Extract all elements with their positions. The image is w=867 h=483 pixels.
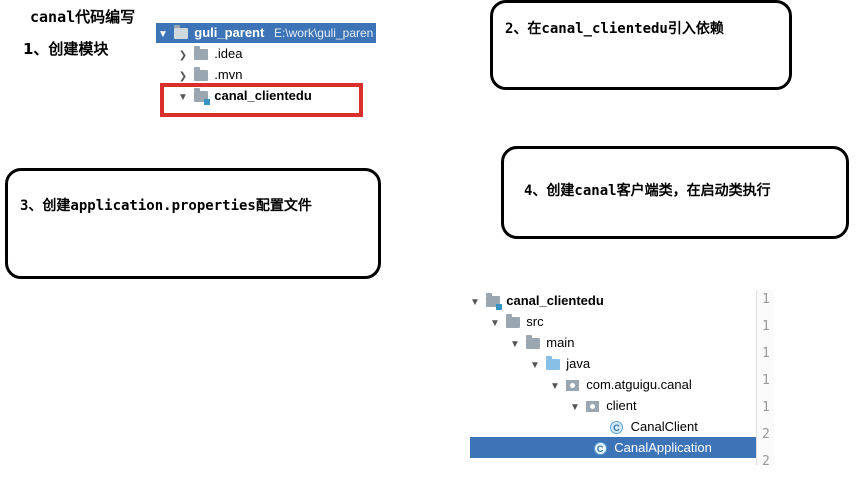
folder-icon (193, 46, 208, 61)
step3-label: 3、创建application.properties配置文件 (20, 198, 312, 214)
tree-item-label: main (546, 335, 575, 350)
line-number: 1 (762, 373, 770, 388)
tree-item-label: .mvn (214, 67, 243, 82)
line-number-gutter: 1 1 1 1 1 2 2 (756, 290, 774, 469)
line-number: 1 (762, 400, 770, 415)
module-folder-icon (485, 293, 502, 311)
spring-class-icon: C (593, 442, 607, 456)
class-icon: C (610, 421, 623, 435)
module-tree: ▼ canal_clientedu ▼ src ▼ main ▼ java ▼ … (468, 290, 774, 483)
step4-box: 4、创建canal客户端类，在启动类执行 (501, 146, 849, 239)
step3-box: 3、创建application.properties配置文件 (5, 168, 381, 279)
tree-item-label: .idea (214, 46, 243, 61)
page-title: canal代码编写 (30, 8, 136, 26)
tree-root-guli-parent[interactable]: ▼ guli_parent E:\work\guli_paren (156, 23, 376, 43)
folder-icon (505, 314, 520, 329)
chevron-down-icon[interactable]: ▼ (468, 292, 482, 313)
tree-item-label: src (526, 314, 544, 329)
chevron-down-icon[interactable]: ▼ (528, 355, 542, 376)
tree-item-label: com.atguigu.canal (586, 377, 692, 392)
tree-item-mvn[interactable]: ❯ .mvn (176, 65, 243, 85)
tree-item-label: canal_clientedu (506, 293, 604, 308)
chevron-down-icon[interactable]: ▼ (548, 376, 562, 397)
tree-root-name: guli_parent (194, 25, 265, 40)
step4-label: 4、创建canal客户端类，在启动类执行 (524, 183, 771, 199)
tree-item-canalclient[interactable]: C CanalClient (610, 416, 698, 437)
chevron-right-icon[interactable]: ❯ (176, 46, 190, 66)
tree-item-src[interactable]: ▼ src (488, 311, 544, 332)
line-number: 2 (762, 427, 770, 442)
folder-icon (193, 67, 208, 82)
chevron-down-icon[interactable]: ▼ (508, 334, 522, 355)
tree-item-label: CanalClient (630, 419, 698, 434)
chevron-down-icon[interactable]: ▼ (488, 313, 502, 334)
chevron-down-icon[interactable]: ▼ (568, 397, 582, 418)
tree-item-label: client (606, 398, 637, 413)
tree-item-java[interactable]: ▼ java (528, 353, 590, 374)
line-number: 1 (762, 319, 770, 334)
line-number: 1 (762, 292, 770, 307)
tree-item-main[interactable]: ▼ main (508, 332, 574, 353)
package-icon (565, 380, 579, 392)
highlight-frame (160, 83, 363, 117)
tree-item-canal-clientedu[interactable]: ▼ canal_clientedu (468, 290, 604, 311)
source-folder-icon (545, 356, 560, 371)
tree-item-package-client[interactable]: ▼ client (568, 395, 637, 416)
chevron-down-icon[interactable]: ▼ (156, 25, 170, 45)
package-icon (585, 401, 599, 413)
line-number: 1 (762, 346, 770, 361)
tree-item-idea[interactable]: ❯ .idea (176, 44, 243, 66)
tree-item-label: java (566, 356, 591, 371)
folder-icon (525, 335, 540, 350)
tree-item-label: CanalApplication (614, 440, 712, 455)
step2-label: 2、在canal_clientedu引入依赖 (505, 21, 724, 37)
step1-label: 1、创建模块 (23, 40, 109, 58)
step2-box: 2、在canal_clientedu引入依赖 (490, 0, 792, 90)
tree-item-canalapplication[interactable]: C CanalApplication (470, 437, 758, 458)
tree-root-path: E:\work\guli_paren (273, 26, 374, 40)
tree-item-package-canal[interactable]: ▼ com.atguigu.canal (548, 374, 692, 395)
folder-icon (173, 25, 188, 40)
line-number: 2 (762, 454, 770, 469)
